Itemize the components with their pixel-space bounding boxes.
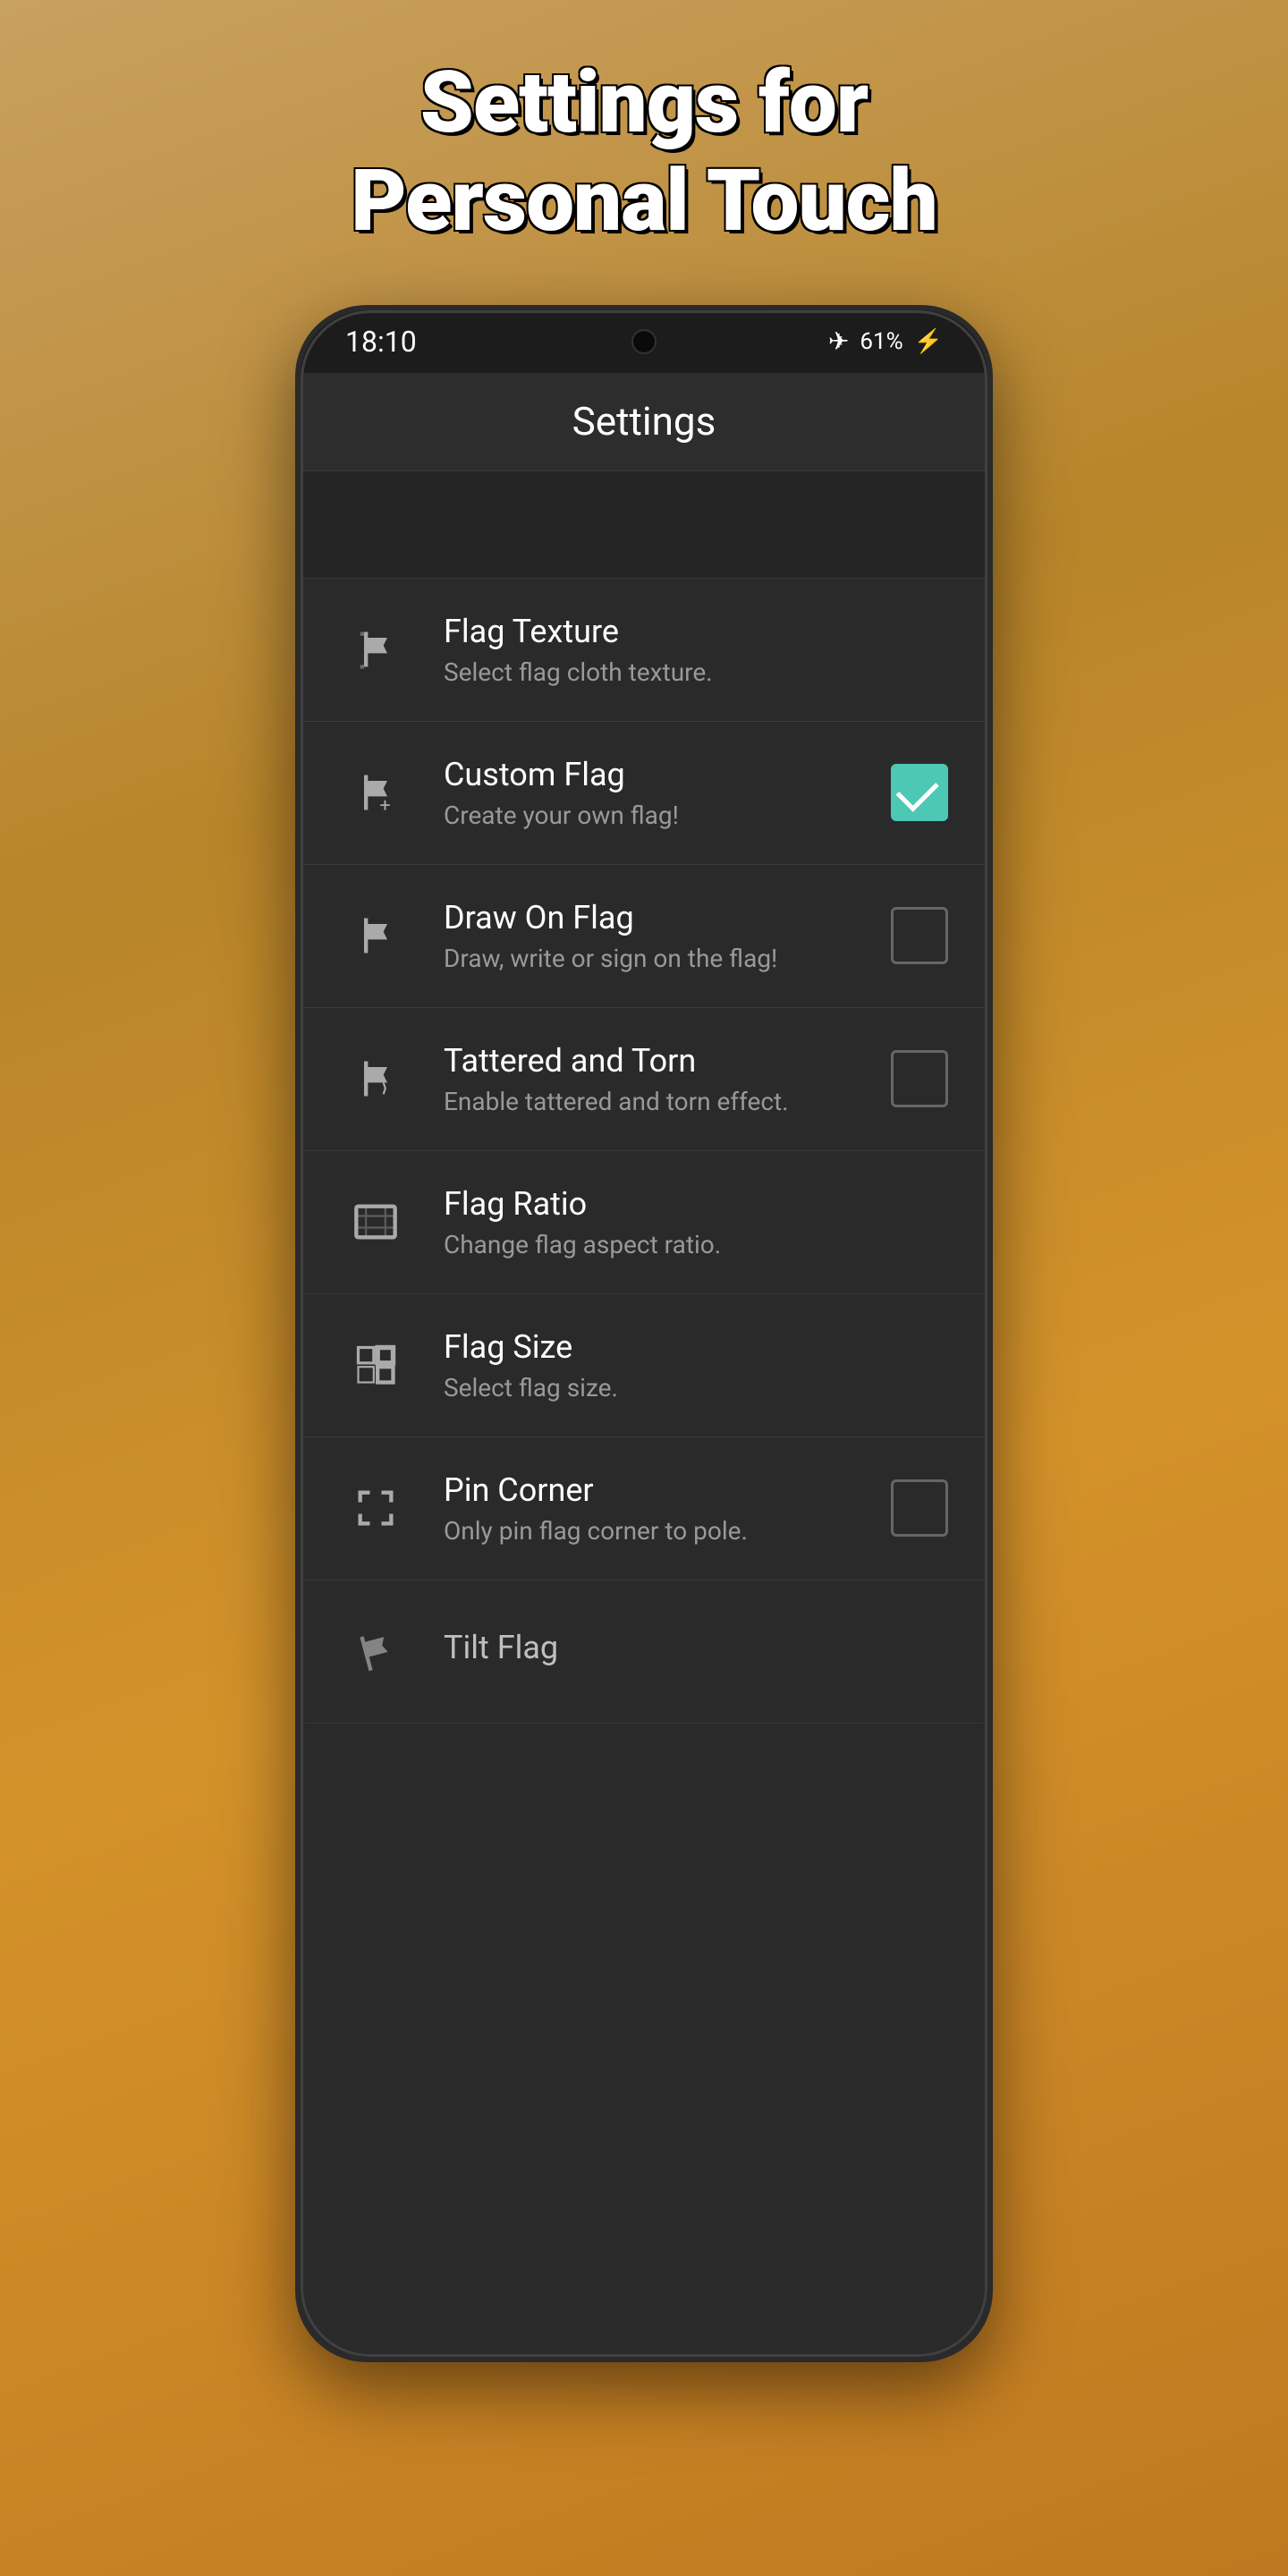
flag-size-icon <box>340 1329 411 1401</box>
section-spacer <box>301 471 987 579</box>
flag-texture-text: Flag Texture Select flag cloth texture. <box>444 613 948 687</box>
draw-flag-icon <box>340 900 411 971</box>
tilt-flag-title: Tilt Flag <box>444 1629 948 1666</box>
phone-content: Settings Flag Texture Selec <box>301 373 987 2357</box>
tattered-title: Tattered and Torn <box>444 1042 891 1080</box>
custom-flag-title: Custom Flag <box>444 756 891 793</box>
custom-flag-checkbox[interactable] <box>891 764 948 821</box>
app-bar: Settings <box>301 373 987 471</box>
flag-texture-title: Flag Texture <box>444 613 948 650</box>
airplane-icon: ✈ <box>828 326 849 356</box>
draw-flag-text: Draw On Flag Draw, write or sign on the … <box>444 899 891 973</box>
settings-item-flag-texture[interactable]: Flag Texture Select flag cloth texture. <box>301 579 987 722</box>
pin-corner-checkbox[interactable] <box>891 1479 948 1537</box>
pin-corner-icon <box>340 1472 411 1544</box>
flag-texture-subtitle: Select flag cloth texture. <box>444 657 948 687</box>
app-bar-title: Settings <box>572 398 716 445</box>
flag-size-subtitle: Select flag size. <box>444 1373 948 1402</box>
pin-corner-title: Pin Corner <box>444 1471 891 1509</box>
custom-flag-subtitle: Create your own flag! <box>444 801 891 830</box>
battery-icon: ⚡ <box>914 328 943 355</box>
draw-flag-checkbox[interactable] <box>891 907 948 964</box>
tattered-subtitle: Enable tattered and torn effect. <box>444 1087 891 1116</box>
status-bar: 18:10 ✈ 61% ⚡ <box>301 310 987 373</box>
flag-size-text: Flag Size Select flag size. <box>444 1328 948 1402</box>
pin-corner-text: Pin Corner Only pin flag corner to pole. <box>444 1471 891 1546</box>
camera-notch <box>631 329 657 354</box>
settings-item-tattered[interactable]: Tattered and Torn Enable tattered and to… <box>301 1008 987 1151</box>
status-icons: ✈ 61% ⚡ <box>828 326 943 356</box>
flag-ratio-icon <box>340 1186 411 1258</box>
svg-text:+: + <box>379 795 390 816</box>
custom-flag-text: Custom Flag Create your own flag! <box>444 756 891 830</box>
draw-flag-subtitle: Draw, write or sign on the flag! <box>444 944 891 973</box>
draw-flag-title: Draw On Flag <box>444 899 891 936</box>
status-time: 18:10 <box>345 325 417 359</box>
settings-item-tilt-flag[interactable]: Tilt Flag <box>301 1580 987 1724</box>
flag-ratio-title: Flag Ratio <box>444 1185 948 1223</box>
page-wrapper: Settings for Personal Touch 18:10 ✈ 61% … <box>0 0 1288 2576</box>
tattered-text: Tattered and Torn Enable tattered and to… <box>444 1042 891 1116</box>
settings-item-pin-corner[interactable]: Pin Corner Only pin flag corner to pole. <box>301 1437 987 1580</box>
flag-size-title: Flag Size <box>444 1328 948 1366</box>
pin-corner-subtitle: Only pin flag corner to pole. <box>444 1516 891 1546</box>
flag-ratio-text: Flag Ratio Change flag aspect ratio. <box>444 1185 948 1259</box>
tattered-icon <box>340 1043 411 1114</box>
tattered-checkbox[interactable] <box>891 1050 948 1107</box>
settings-item-flag-size[interactable]: Flag Size Select flag size. <box>301 1294 987 1437</box>
settings-item-draw-flag[interactable]: Draw On Flag Draw, write or sign on the … <box>301 865 987 1008</box>
custom-flag-icon: + <box>340 757 411 828</box>
flag-ratio-subtitle: Change flag aspect ratio. <box>444 1230 948 1259</box>
battery-level: 61% <box>860 328 902 355</box>
phone-frame: 18:10 ✈ 61% ⚡ Settings <box>295 305 993 2362</box>
flag-texture-icon <box>340 614 411 685</box>
settings-item-flag-ratio[interactable]: Flag Ratio Change flag aspect ratio. <box>301 1151 987 1294</box>
hero-title: Settings for Personal Touch <box>279 54 1009 251</box>
settings-list[interactable]: Flag Texture Select flag cloth texture. … <box>301 471 987 2357</box>
tilt-flag-text: Tilt Flag <box>444 1629 948 1674</box>
tilt-flag-icon <box>340 1615 411 1687</box>
settings-item-custom-flag[interactable]: + Custom Flag Create your own flag! <box>301 722 987 865</box>
